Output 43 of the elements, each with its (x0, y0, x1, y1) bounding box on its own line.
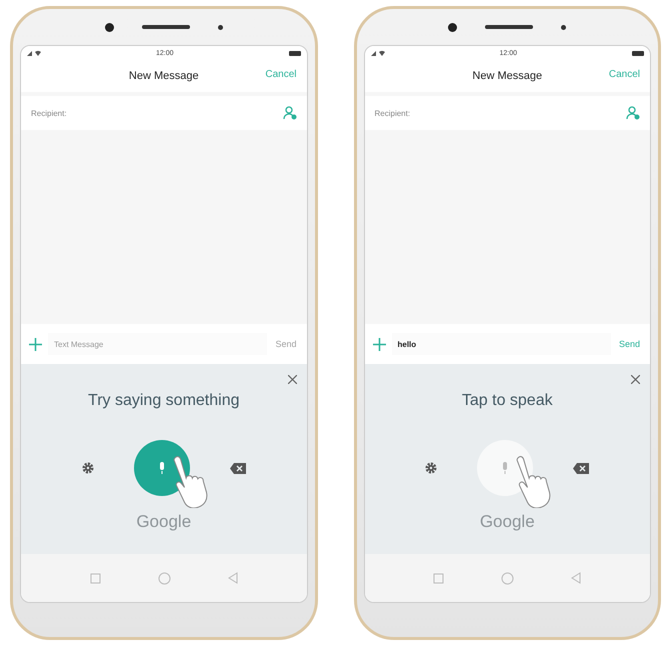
add-contact-icon[interactable] (626, 106, 640, 120)
speaker-icon (142, 25, 190, 29)
camera-icon (104, 22, 114, 32)
signal-icon (370, 50, 384, 56)
backspace-icon[interactable] (230, 462, 246, 474)
settings-icon[interactable] (82, 462, 94, 474)
message-field[interactable]: Text Message (48, 333, 268, 355)
brand-text: Google (136, 512, 192, 532)
recents-icon[interactable] (433, 572, 444, 584)
add-contact-icon[interactable] (282, 106, 296, 120)
voice-prompt: Tap to speak (462, 392, 553, 410)
recents-icon[interactable] (90, 572, 101, 584)
signal-icon (27, 50, 41, 56)
speaker-icon (485, 25, 534, 29)
plus-icon[interactable] (372, 338, 386, 350)
recipient-label: Recipient: (31, 108, 67, 118)
home-icon[interactable] (158, 572, 171, 584)
close-icon[interactable] (288, 372, 296, 387)
close-icon[interactable] (631, 372, 640, 387)
screen-title: New Message (472, 70, 542, 82)
camera-icon (448, 22, 458, 32)
battery-icon (288, 50, 300, 56)
voice-prompt: Try saying something (88, 392, 240, 410)
hand-drawing (515, 456, 552, 508)
screen-title: New Message (128, 70, 199, 82)
battery-icon (632, 50, 644, 56)
cancel-button[interactable]: Cancel (608, 69, 640, 80)
microphone-icon (501, 462, 510, 474)
recipient-label: Recipient: (374, 108, 410, 118)
brand-text: Google (480, 512, 535, 532)
backspace-icon[interactable] (573, 462, 590, 474)
settings-icon[interactable] (425, 462, 438, 474)
microphone-icon (158, 462, 166, 474)
send-button[interactable]: Send (616, 337, 642, 351)
back-icon[interactable] (228, 572, 238, 584)
sensor-icon (561, 24, 566, 30)
home-icon[interactable] (501, 572, 514, 584)
plus-icon[interactable] (29, 338, 42, 350)
back-icon[interactable] (571, 572, 582, 584)
message-field[interactable]: hello (392, 333, 611, 355)
hand-drawing (172, 456, 208, 508)
sensor-icon (218, 24, 223, 30)
cancel-button[interactable]: Cancel (265, 69, 296, 80)
